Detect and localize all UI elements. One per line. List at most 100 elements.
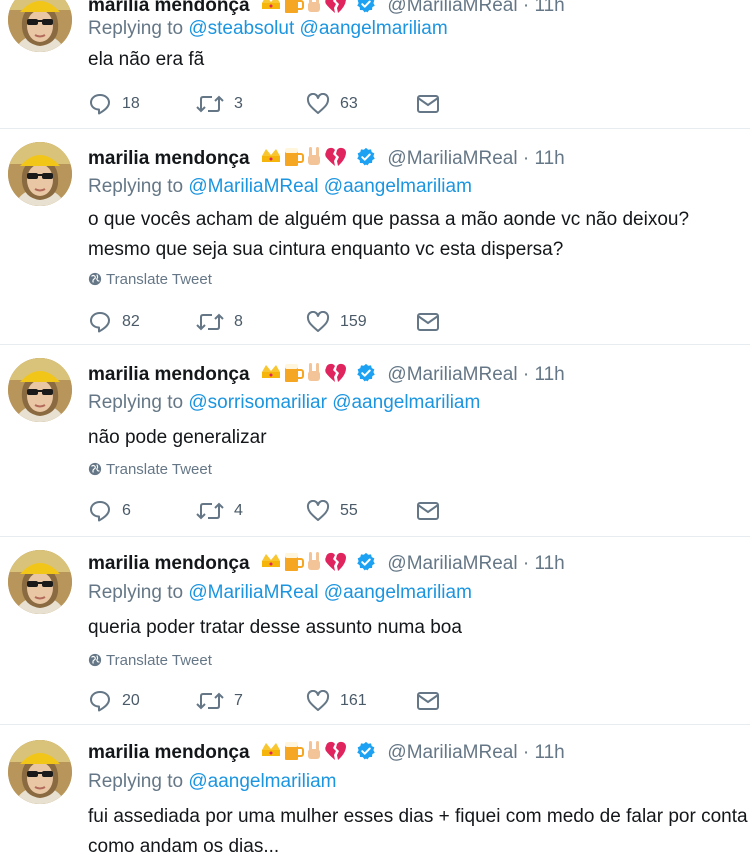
display-name[interactable]: marilia mendonça [88, 148, 250, 169]
avatar[interactable] [8, 550, 72, 614]
mention-link[interactable]: @sorrisomariliar [188, 392, 327, 413]
tweet[interactable]: marilia mendonça @MariliaMReal · 11h Rep… [0, 724, 750, 864]
tweet-header: marilia mendonça @MariliaMReal · 11h [88, 739, 565, 765]
display-name[interactable]: marilia mendonça [88, 553, 250, 574]
retweet-button[interactable]: 4 [196, 496, 243, 526]
replying-to: Replying to @MariliaMReal @aangelmarilia… [88, 582, 472, 604]
rock-hand-emoji [307, 741, 320, 759]
handle[interactable]: @MariliaMReal [387, 148, 517, 169]
like-count: 159 [340, 313, 367, 330]
retweet-count: 3 [234, 95, 243, 112]
timestamp[interactable]: 11h [534, 364, 564, 385]
name-emojis [261, 739, 347, 767]
mention-link[interactable]: @aangelmariliam [300, 18, 448, 39]
tweet-header: marilia mendonça @MariliaMReal · 11h [88, 145, 565, 171]
heart-icon [306, 311, 330, 333]
translate-link[interactable]: Translate Tweet [88, 271, 212, 288]
reply-icon [88, 499, 112, 523]
like-button[interactable]: 161 [306, 686, 367, 716]
verified-badge-icon [356, 147, 376, 173]
globe-icon [88, 461, 106, 478]
avatar[interactable] [8, 0, 72, 52]
like-count: 63 [340, 95, 358, 112]
globe-icon [88, 271, 106, 288]
name-emojis [261, 361, 347, 389]
mention-link[interactable]: @aangelmariliam [324, 176, 472, 197]
like-button[interactable]: 63 [306, 89, 358, 119]
globe-icon [88, 652, 106, 669]
display-name[interactable]: marilia mendonça [88, 364, 250, 385]
broken-heart-emoji [325, 552, 346, 571]
handle[interactable]: @MariliaMReal [387, 742, 517, 763]
display-name[interactable]: marilia mendonça [88, 0, 250, 16]
tweet-text: queria poder tratar desse assunto numa b… [88, 617, 462, 638]
envelope-icon [416, 501, 440, 521]
separator: · [522, 742, 530, 763]
replying-prefix: Replying to [88, 18, 184, 39]
heart-icon [306, 690, 330, 712]
timestamp[interactable]: 11h [534, 553, 564, 574]
translate-link[interactable]: Translate Tweet [88, 461, 212, 478]
tweet-text: o que vocês acham de alguém que passa a … [88, 209, 690, 260]
mention-link[interactable]: @MariliaMReal [188, 582, 318, 603]
mention-link[interactable]: @aangelmariliam [188, 771, 336, 792]
reply-button[interactable]: 20 [88, 686, 140, 716]
translate-link[interactable]: Translate Tweet [88, 652, 212, 669]
like-count: 161 [340, 692, 367, 709]
retweet-button[interactable]: 3 [196, 89, 243, 119]
direct-message-button[interactable] [416, 686, 440, 716]
like-button[interactable]: 159 [306, 307, 367, 337]
replying-prefix: Replying to [88, 582, 184, 603]
verified-badge-icon [356, 552, 376, 578]
crown-emoji [261, 365, 280, 378]
replying-to: Replying to @steabsolut @aangelmariliam [88, 18, 448, 40]
reply-button[interactable]: 6 [88, 496, 131, 526]
retweet-button[interactable]: 8 [196, 307, 243, 337]
display-name[interactable]: marilia mendonça [88, 742, 250, 763]
mention-link[interactable]: @MariliaMReal [188, 176, 318, 197]
broken-heart-emoji [325, 0, 346, 13]
translate-label: Translate Tweet [106, 461, 212, 478]
timestamp[interactable]: 11h [534, 148, 564, 169]
retweet-icon [196, 311, 224, 333]
translate-label: Translate Tweet [106, 271, 212, 288]
timestamp[interactable]: 11h [534, 742, 564, 763]
handle[interactable]: @MariliaMReal [387, 553, 517, 574]
beer-emoji [284, 742, 304, 760]
separator: · [522, 553, 530, 574]
retweet-count: 4 [234, 502, 243, 519]
tweet[interactable]: marilia mendonça @MariliaMReal · 11h Rep… [0, 536, 750, 725]
retweet-button[interactable]: 7 [196, 686, 243, 716]
direct-message-button[interactable] [416, 307, 440, 337]
like-button[interactable]: 55 [306, 496, 358, 526]
avatar[interactable] [8, 142, 72, 206]
tweet[interactable]: marilia mendonça @MariliaMReal · 11h Rep… [0, 344, 750, 537]
reply-icon [88, 689, 112, 713]
replying-to: Replying to @aangelmariliam [88, 771, 336, 793]
avatar[interactable] [8, 358, 72, 422]
retweet-count: 7 [234, 692, 243, 709]
reply-icon [88, 92, 112, 116]
rock-hand-emoji [307, 147, 320, 165]
crown-emoji [261, 743, 280, 756]
handle[interactable]: @MariliaMReal [387, 364, 517, 385]
reply-button[interactable]: 18 [88, 89, 140, 119]
direct-message-button[interactable] [416, 89, 440, 119]
beer-emoji [284, 553, 304, 571]
separator: · [522, 148, 530, 169]
timestamp[interactable]: 11h [534, 0, 564, 16]
tweet[interactable]: marilia mendonça @MariliaMReal · 11h Rep… [0, 0, 750, 129]
mention-link[interactable]: @steabsolut [188, 18, 294, 39]
replying-to: Replying to @MariliaMReal @aangelmarilia… [88, 176, 472, 198]
tweet[interactable]: marilia mendonça @MariliaMReal · 11h Rep… [0, 128, 750, 345]
mention-link[interactable]: @aangelmariliam [332, 392, 480, 413]
direct-message-button[interactable] [416, 496, 440, 526]
reply-button[interactable]: 82 [88, 307, 140, 337]
avatar[interactable] [8, 740, 72, 804]
heart-icon [306, 500, 330, 522]
retweet-icon [196, 93, 224, 115]
replying-prefix: Replying to [88, 176, 184, 197]
handle[interactable]: @MariliaMReal [387, 0, 517, 16]
replying-prefix: Replying to [88, 392, 184, 413]
mention-link[interactable]: @aangelmariliam [324, 582, 472, 603]
